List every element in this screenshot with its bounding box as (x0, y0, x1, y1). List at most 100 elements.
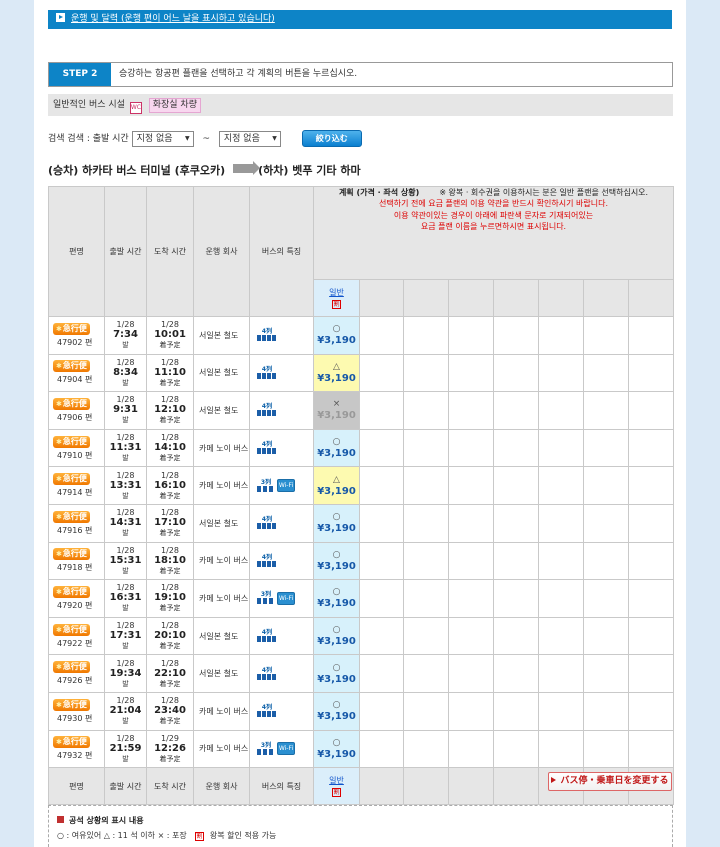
route-from: (승차) 하카타 버스 터미널 (후쿠오카) (48, 164, 226, 177)
plan-price-button[interactable]: ○ ¥3,190 (313, 503, 360, 543)
dep-time: 8:34 (113, 366, 138, 378)
arr-suffix: 着予定 (159, 566, 181, 575)
seat-bar (257, 748, 275, 755)
feature-cell: 4列 (249, 428, 314, 468)
legend-wari-text: 왕복 할인 적용 가능 (209, 831, 277, 840)
wifi-icon: Wi-Fi (277, 591, 295, 605)
plan-name-link[interactable]: 일반 (329, 288, 344, 297)
empty-plan-cell (627, 579, 675, 618)
empty-plan-cell (493, 316, 539, 355)
change-stop-date-button[interactable]: バス停・乗車日を変更する (548, 772, 672, 791)
dep-time: 14:31 (109, 517, 142, 529)
plan-price-button[interactable]: ○ ¥3,190 (313, 541, 360, 581)
price-value: ¥3,190 (317, 372, 356, 384)
dep-time: 11:31 (109, 442, 142, 454)
empty-plan-cell (627, 503, 675, 543)
empty-plan-cell (583, 279, 629, 317)
arr-cell: 1/28 23:40 着予定 (146, 691, 194, 731)
empty-plan-cell (493, 691, 539, 731)
arrow-right-icon (551, 777, 557, 783)
bin-cell: ✱急行便 47906 편 (48, 391, 105, 430)
dep-suffix: 발 (122, 604, 129, 613)
dep-suffix: 발 (122, 341, 129, 350)
empty-plan-cell (403, 279, 449, 317)
star-icon: ✱ (56, 362, 62, 371)
plan-price-button[interactable]: ○ ¥3,190 (313, 579, 360, 618)
empty-plan-cell (627, 316, 675, 355)
dep-time: 9:31 (113, 404, 138, 416)
seat-bar (257, 485, 275, 492)
bin-number: 47910 편 (57, 450, 93, 460)
empty-plan-cell (583, 466, 629, 505)
arr-time: 20:10 (154, 630, 186, 642)
table-row: ✱急行便 47930 편 1/28 21:04 발 1/28 23:40 着予定 카메 노이 버… (48, 691, 675, 731)
dep-from-select[interactable]: 지정 없음 (131, 130, 194, 147)
express-badge: ✱急行便 (53, 661, 90, 674)
col-arr: 도착 시간 (146, 186, 194, 317)
plan-price-button[interactable]: △ ¥3,190 (313, 353, 360, 393)
step-header: STEP 2 승강하는 항공편 플랜을 선택하고 각 계획의 버튼을 누르십시오… (48, 62, 673, 87)
seat-layout-icon: 4列 (257, 667, 277, 680)
star-icon: ✱ (56, 663, 62, 672)
plan-title: 계획 (가격 · 좌석 상황) (338, 188, 420, 197)
seat-status-mark: × (332, 399, 341, 410)
plan-price-button[interactable]: ○ ¥3,190 (313, 428, 360, 468)
arr-suffix: 着予定 (159, 604, 181, 613)
operation-calendar-link[interactable]: 운행 및 달력 (운행 편이 어느 날을 표시하고 있습니다) (71, 14, 275, 24)
feature-cell: 3列 Wi-Fi (249, 729, 314, 769)
seat-bar (257, 636, 277, 643)
plan-price-button[interactable]: ○ ¥3,190 (313, 729, 360, 769)
company-cell: 서일본 철도 (193, 616, 250, 656)
arr-suffix: 着予定 (159, 679, 181, 688)
empty-plan-cell (448, 767, 494, 806)
bin-number: 47932 편 (57, 751, 93, 761)
plan-price-button[interactable]: ○ ¥3,190 (313, 316, 360, 355)
dep-to-select[interactable]: 지정 없음 (218, 130, 281, 147)
empty-plan-cell (538, 729, 584, 769)
bin-number: 47930 편 (57, 713, 93, 723)
express-badge: ✱急行便 (53, 623, 90, 636)
empty-plan-cell (403, 316, 449, 355)
empty-plan-cell (538, 391, 584, 430)
empty-plan-cell (448, 654, 494, 693)
seat-layout-icon: 3列 (257, 592, 275, 605)
table-row: ✱急行便 47926 편 1/28 19:34 발 1/28 22:10 着予定 서일본 철도 4… (48, 654, 675, 693)
table-row: ✱急行便 47910 편 1/28 11:31 발 1/28 14:10 着予定 카메 노이 버… (48, 428, 675, 468)
dep-cell: 1/28 17:31 발 (104, 616, 147, 656)
empty-plan-cell (403, 654, 449, 693)
seat-bar (257, 372, 277, 379)
arr-suffix: 着予定 (159, 454, 181, 463)
dep-time: 13:31 (109, 479, 142, 491)
filter-button[interactable]: 絞り込む (301, 130, 362, 147)
empty-plan-cell (359, 466, 404, 505)
feature-cell: 4列 (249, 353, 314, 393)
change-button-label: バス停・乗車日を変更する (560, 776, 669, 786)
empty-plan-cell (448, 579, 494, 618)
arr-cell: 1/29 12:26 着予定 (146, 729, 194, 769)
empty-plan-cell (403, 353, 449, 393)
page: 운행 및 달력 (운행 편이 어느 날을 표시하고 있습니다) STEP 2 승… (34, 0, 686, 847)
empty-plan-cell (448, 391, 494, 430)
empty-plan-cell (627, 353, 675, 393)
plan-note-1: ※ 왕복 · 회수권을 이용하시는 분은 일반 플랜을 선택하십시오. (439, 188, 649, 197)
plan-price-button[interactable]: ○ ¥3,190 (313, 654, 360, 693)
empty-plan-cell (359, 503, 404, 543)
company-cell: 카메 노이 버스 (193, 729, 250, 769)
empty-plan-cell (538, 316, 584, 355)
express-label: 急行便 (62, 361, 87, 371)
plan-price-button[interactable]: ○ ¥3,190 (313, 691, 360, 731)
dep-time: 19:34 (109, 667, 142, 679)
empty-plan-cell (448, 466, 494, 505)
plan-price-button[interactable]: △ ¥3,190 (313, 466, 360, 505)
legend-title: 공석 상황의 표시 내용 (57, 813, 664, 828)
plan-price-button[interactable]: ○ ¥3,190 (313, 616, 360, 656)
express-label: 急行便 (62, 699, 87, 709)
express-badge: ✱急行便 (53, 548, 90, 561)
express-label: 急行便 (62, 398, 87, 408)
dep-suffix: 발 (122, 642, 129, 651)
express-label: 急行便 (62, 511, 87, 521)
plan-name-footer-link[interactable]: 일반 (329, 776, 344, 785)
operation-calendar-bar[interactable]: 운행 및 달력 (운행 편이 어느 날을 표시하고 있습니다) (48, 10, 672, 29)
seat-status-mark: △ (333, 474, 340, 485)
company-cell: 카메 노이 버스 (193, 541, 250, 581)
